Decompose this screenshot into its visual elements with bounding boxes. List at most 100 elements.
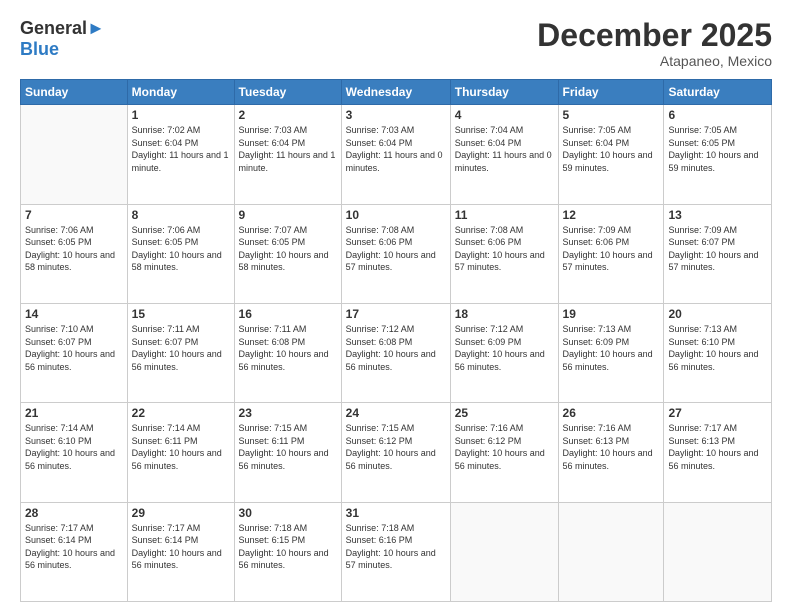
table-row: 25 Sunrise: 7:16 AMSunset: 6:12 PMDayligh… [450,403,558,502]
day-info: Sunrise: 7:09 AMSunset: 6:06 PMDaylight:… [563,225,653,273]
day-info: Sunrise: 7:04 AMSunset: 6:04 PMDaylight:… [455,125,552,173]
day-number: 26 [563,406,660,420]
title-block: December 2025 Atapaneo, Mexico [537,18,772,69]
table-row: 30 Sunrise: 7:18 AMSunset: 6:15 PMDayligh… [234,502,341,601]
page: General► Blue December 2025 Atapaneo, Me… [0,0,792,612]
day-number: 25 [455,406,554,420]
calendar-week-row: 1 Sunrise: 7:02 AMSunset: 6:04 PMDaylight… [21,105,772,204]
day-info: Sunrise: 7:08 AMSunset: 6:06 PMDaylight:… [455,225,545,273]
day-number: 19 [563,307,660,321]
table-row: 16 Sunrise: 7:11 AMSunset: 6:08 PMDayligh… [234,303,341,402]
table-row: 14 Sunrise: 7:10 AMSunset: 6:07 PMDayligh… [21,303,128,402]
day-info: Sunrise: 7:12 AMSunset: 6:08 PMDaylight:… [346,324,436,372]
month-title: December 2025 [537,18,772,53]
day-number: 13 [668,208,767,222]
day-number: 30 [239,506,337,520]
table-row: 2Sunrise: 7:03 AMSunset: 6:04 PMDaylight… [234,105,341,204]
day-number: 22 [132,406,230,420]
day-info: Sunrise: 7:16 AMSunset: 6:12 PMDaylight:… [455,423,545,471]
table-row [21,105,128,204]
day-info: Sunrise: 7:15 AMSunset: 6:11 PMDaylight:… [239,423,329,471]
day-number: 3 [346,108,446,122]
day-number: 21 [25,406,123,420]
day-info: Sunrise: 7:11 AMSunset: 6:08 PMDaylight:… [239,324,329,372]
table-row: 20 Sunrise: 7:13 AMSunset: 6:10 PMDayligh… [664,303,772,402]
day-number: 27 [668,406,767,420]
day-info: Sunrise: 7:14 AMSunset: 6:10 PMDaylight:… [25,423,115,471]
day-info: Sunrise: 7:13 AMSunset: 6:09 PMDaylight:… [563,324,653,372]
day-info: Sunrise: 7:11 AMSunset: 6:07 PMDaylight:… [132,324,222,372]
calendar-table: Sunday Monday Tuesday Wednesday Thursday… [20,79,772,602]
day-number: 29 [132,506,230,520]
table-row: 1 Sunrise: 7:02 AMSunset: 6:04 PMDaylight… [127,105,234,204]
day-info: Sunrise: 7:08 AMSunset: 6:06 PMDaylight:… [346,225,436,273]
day-info: Sunrise: 7:05 AMSunset: 6:05 PMDaylight:… [668,125,758,173]
col-tuesday: Tuesday [234,80,341,105]
table-row: 15 Sunrise: 7:11 AMSunset: 6:07 PMDayligh… [127,303,234,402]
day-number: 1 [132,108,230,122]
day-info: Sunrise: 7:18 AMSunset: 6:15 PMDaylight:… [239,523,329,571]
day-info: Sunrise: 7:13 AMSunset: 6:10 PMDaylight:… [668,324,758,372]
day-number: 15 [132,307,230,321]
calendar-header-row: Sunday Monday Tuesday Wednesday Thursday… [21,80,772,105]
table-row: 7 Sunrise: 7:06 AMSunset: 6:05 PMDaylight… [21,204,128,303]
table-row: 29Sunrise: 7:17 AMSunset: 6:14 PMDayligh… [127,502,234,601]
table-row: 11Sunrise: 7:08 AMSunset: 6:06 PMDayligh… [450,204,558,303]
day-info: Sunrise: 7:18 AMSunset: 6:16 PMDaylight:… [346,523,436,571]
day-number: 18 [455,307,554,321]
table-row: 3 Sunrise: 7:03 AMSunset: 6:04 PMDaylight… [341,105,450,204]
table-row: 18 Sunrise: 7:12 AMSunset: 6:09 PMDayligh… [450,303,558,402]
table-row: 10 Sunrise: 7:08 AMSunset: 6:06 PMDayligh… [341,204,450,303]
logo-general: General► [20,18,105,39]
day-info: Sunrise: 7:03 AMSunset: 6:04 PMDaylight:… [239,125,336,173]
day-info: Sunrise: 7:06 AMSunset: 6:05 PMDaylight:… [25,225,115,273]
calendar-week-row: 28 Sunrise: 7:17 AMSunset: 6:14 PMDayligh… [21,502,772,601]
header: General► Blue December 2025 Atapaneo, Me… [20,18,772,69]
calendar-week-row: 7 Sunrise: 7:06 AMSunset: 6:05 PMDaylight… [21,204,772,303]
day-info: Sunrise: 7:02 AMSunset: 6:04 PMDaylight:… [132,125,229,173]
table-row: 26 Sunrise: 7:16 AMSunset: 6:13 PMDayligh… [558,403,664,502]
day-number: 28 [25,506,123,520]
day-info: Sunrise: 7:17 AMSunset: 6:13 PMDaylight:… [668,423,758,471]
logo-blue: Blue [20,39,105,60]
day-number: 20 [668,307,767,321]
day-number: 9 [239,208,337,222]
day-number: 10 [346,208,446,222]
calendar-week-row: 21 Sunrise: 7:14 AMSunset: 6:10 PMDayligh… [21,403,772,502]
day-info: Sunrise: 7:16 AMSunset: 6:13 PMDaylight:… [563,423,653,471]
day-info: Sunrise: 7:12 AMSunset: 6:09 PMDaylight:… [455,324,545,372]
day-number: 16 [239,307,337,321]
table-row: 23 Sunrise: 7:15 AMSunset: 6:11 PMDayligh… [234,403,341,502]
day-info: Sunrise: 7:09 AMSunset: 6:07 PMDaylight:… [668,225,758,273]
day-number: 8 [132,208,230,222]
day-number: 6 [668,108,767,122]
calendar-week-row: 14 Sunrise: 7:10 AMSunset: 6:07 PMDayligh… [21,303,772,402]
table-row: 19 Sunrise: 7:13 AMSunset: 6:09 PMDayligh… [558,303,664,402]
table-row: 12Sunrise: 7:09 AMSunset: 6:06 PMDayligh… [558,204,664,303]
col-saturday: Saturday [664,80,772,105]
day-info: Sunrise: 7:10 AMSunset: 6:07 PMDaylight:… [25,324,115,372]
logo-text: General► Blue [20,18,105,59]
table-row: 17 Sunrise: 7:12 AMSunset: 6:08 PMDayligh… [341,303,450,402]
day-number: 31 [346,506,446,520]
table-row: 8Sunrise: 7:06 AMSunset: 6:05 PMDaylight… [127,204,234,303]
table-row: 21 Sunrise: 7:14 AMSunset: 6:10 PMDayligh… [21,403,128,502]
col-sunday: Sunday [21,80,128,105]
table-row: 28 Sunrise: 7:17 AMSunset: 6:14 PMDayligh… [21,502,128,601]
day-info: Sunrise: 7:05 AMSunset: 6:04 PMDaylight:… [563,125,653,173]
day-number: 17 [346,307,446,321]
day-info: Sunrise: 7:07 AMSunset: 6:05 PMDaylight:… [239,225,329,273]
day-number: 7 [25,208,123,222]
day-number: 4 [455,108,554,122]
day-info: Sunrise: 7:17 AMSunset: 6:14 PMDaylight:… [25,523,115,571]
day-number: 23 [239,406,337,420]
day-number: 14 [25,307,123,321]
col-thursday: Thursday [450,80,558,105]
table-row: 6 Sunrise: 7:05 AMSunset: 6:05 PMDaylight… [664,105,772,204]
table-row: 13 Sunrise: 7:09 AMSunset: 6:07 PMDayligh… [664,204,772,303]
table-row: 4 Sunrise: 7:04 AMSunset: 6:04 PMDaylight… [450,105,558,204]
table-row [450,502,558,601]
table-row: 22Sunrise: 7:14 AMSunset: 6:11 PMDayligh… [127,403,234,502]
day-info: Sunrise: 7:03 AMSunset: 6:04 PMDaylight:… [346,125,443,173]
table-row: 5Sunrise: 7:05 AMSunset: 6:04 PMDaylight… [558,105,664,204]
